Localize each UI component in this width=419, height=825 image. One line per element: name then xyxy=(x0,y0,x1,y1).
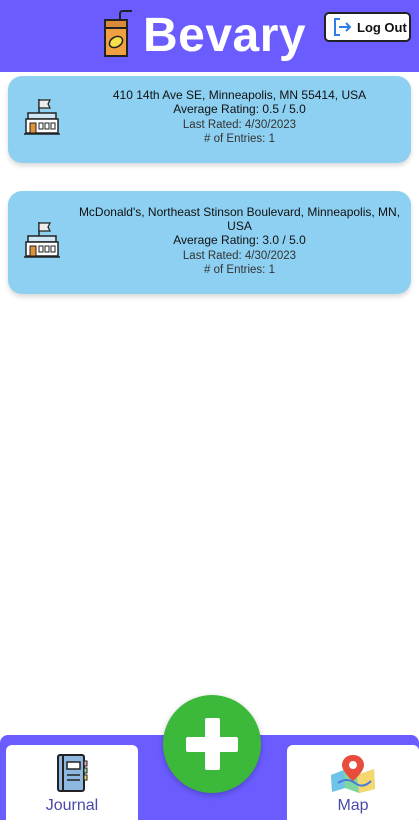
location-details: McDonald's, Northeast Stinson Boulevard,… xyxy=(78,205,401,277)
journal-book-icon xyxy=(57,754,88,792)
app-header: Bevary Log Out xyxy=(0,0,419,72)
building-flag-icon xyxy=(24,99,60,135)
average-rating: Average Rating: 0.5 / 5.0 xyxy=(173,102,306,116)
logout-arrow-icon xyxy=(334,18,352,36)
entry-count: # of Entries: 1 xyxy=(204,264,275,276)
last-rated: Last Rated: 4/30/2023 xyxy=(182,119,297,131)
map-pin-icon xyxy=(331,755,375,793)
location-address: 410 14th Ave SE, Minneapolis, MN 55414, … xyxy=(112,88,367,102)
add-entry-button[interactable] xyxy=(163,695,261,793)
entry-count: # of Entries: 1 xyxy=(204,133,275,145)
journal-tab[interactable]: Journal xyxy=(6,745,138,825)
logout-label: Log Out xyxy=(357,19,407,35)
location-details: 410 14th Ave SE, Minneapolis, MN 55414, … xyxy=(78,88,401,146)
average-rating: Average Rating: 3.0 / 5.0 xyxy=(173,233,306,247)
location-card[interactable]: 410 14th Ave SE, Minneapolis, MN 55414, … xyxy=(8,76,411,163)
building-flag-icon xyxy=(24,222,60,258)
location-card[interactable]: McDonald's, Northeast Stinson Boulevard,… xyxy=(8,191,411,294)
journal-label: Journal xyxy=(45,797,99,814)
logout-button[interactable]: Log Out xyxy=(324,12,411,42)
last-rated: Last Rated: 4/30/2023 xyxy=(182,250,297,262)
juice-box-icon xyxy=(104,10,132,57)
map-label: Map xyxy=(337,797,369,814)
map-tab[interactable]: Map xyxy=(287,745,419,825)
app-title: Bevary xyxy=(143,9,307,62)
location-address: McDonald's, Northeast Stinson Boulevard,… xyxy=(78,205,401,233)
